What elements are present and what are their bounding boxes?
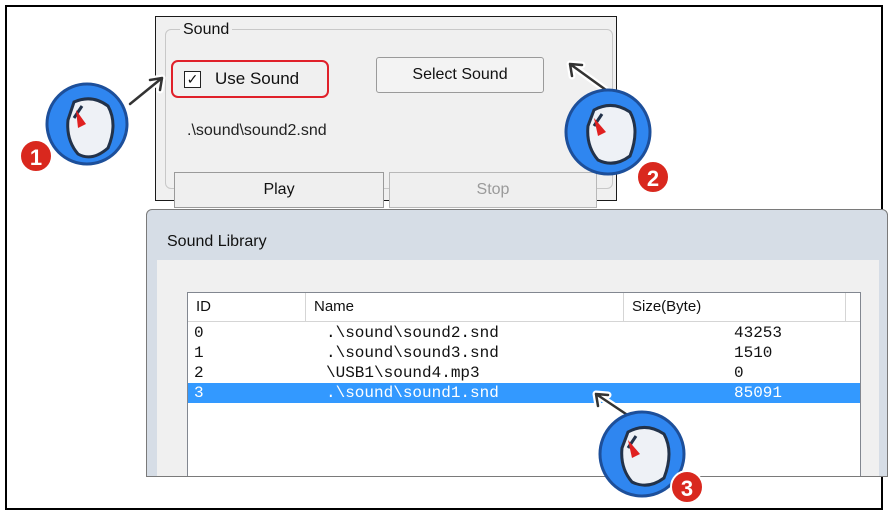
row-name: .\sound\sound3.snd xyxy=(326,344,499,362)
table-row-selected[interactable]: 3 .\sound\sound1.snd 85091 xyxy=(188,383,860,403)
select-sound-button[interactable]: Select Sound xyxy=(376,57,544,93)
use-sound-label[interactable]: Use Sound xyxy=(215,69,299,89)
row-name: .\sound\sound1.snd xyxy=(326,384,499,402)
column-header-size[interactable]: Size(Byte) xyxy=(624,293,846,321)
sound-library-dialog: Sound Library ID Name Size(Byte) 0 .\sou… xyxy=(146,209,888,477)
step-3-badge: 3 xyxy=(670,470,704,504)
row-id: 0 xyxy=(194,324,204,342)
table-row[interactable]: 1 .\sound\sound3.snd 1510 xyxy=(188,343,860,363)
dialog-body: ID Name Size(Byte) 0 .\sound\sound2.snd … xyxy=(157,260,879,476)
row-size: 0 xyxy=(734,364,744,382)
step-1-badge: 1 xyxy=(19,139,53,173)
step-3-marker: 3 xyxy=(582,382,704,504)
step-2-marker: 2 xyxy=(540,60,670,194)
row-size: 85091 xyxy=(734,384,783,402)
row-id: 2 xyxy=(194,364,204,382)
row-size: 43253 xyxy=(734,324,783,342)
column-header-name[interactable]: Name xyxy=(306,293,624,321)
table-row[interactable]: 2 \USB1\sound4.mp3 0 xyxy=(188,363,860,383)
play-button[interactable]: Play xyxy=(174,172,384,208)
current-sound-path: .\sound\sound2.snd xyxy=(187,122,327,139)
row-id: 3 xyxy=(194,384,204,402)
step-2-badge: 2 xyxy=(636,160,670,194)
sound-list[interactable]: ID Name Size(Byte) 0 .\sound\sound2.snd … xyxy=(187,292,861,476)
row-name: .\sound\sound2.snd xyxy=(326,324,499,342)
table-row[interactable]: 0 .\sound\sound2.snd 43253 xyxy=(188,323,860,343)
mouse-click-icon xyxy=(592,390,686,498)
step-1-marker: 1 xyxy=(12,66,166,186)
row-name: \USB1\sound4.mp3 xyxy=(326,364,480,382)
sound-group-title: Sound xyxy=(180,21,233,39)
row-size: 1510 xyxy=(734,344,773,362)
list-header: ID Name Size(Byte) xyxy=(188,293,860,322)
dialog-title: Sound Library xyxy=(167,233,267,250)
column-header-id[interactable]: ID xyxy=(188,293,306,321)
row-id: 1 xyxy=(194,344,204,362)
